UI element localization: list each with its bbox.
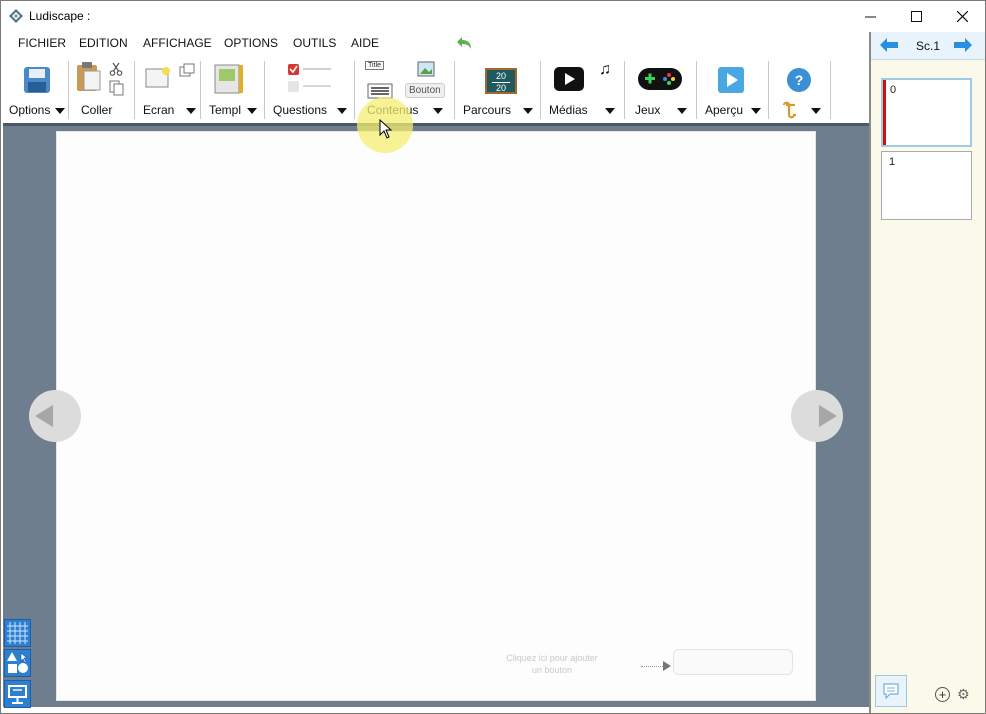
chalkboard-icon: 20 20 — [485, 68, 517, 94]
grid-tool-button[interactable] — [4, 619, 31, 647]
music-note-icon: ♫ — [599, 61, 611, 78]
toolbar-options-group[interactable]: Options — [1, 57, 67, 123]
screen-canvas[interactable] — [56, 131, 816, 701]
bouton-tag: Bouton — [405, 83, 445, 98]
add-slide-button[interactable]: + — [935, 687, 950, 702]
parcours-dropdown-icon[interactable] — [523, 108, 533, 114]
image-icon — [417, 61, 435, 77]
ribbon-toolbar: Options Coller Ecran Templ Questions Tit… — [1, 57, 869, 123]
maximize-icon — [910, 11, 922, 22]
preview-play-icon — [718, 67, 744, 93]
help-icon: ? — [787, 68, 811, 92]
scissors-icon — [109, 62, 123, 76]
parcours-label: Parcours — [463, 103, 512, 117]
scroll-icon — [782, 101, 796, 119]
templ-label: Templ — [209, 103, 242, 117]
presentation-tool-button[interactable] — [4, 680, 31, 708]
comment-icon — [883, 683, 899, 699]
shapes-tool-button[interactable] — [4, 649, 31, 677]
close-button[interactable] — [939, 1, 985, 32]
slide-thumbnail[interactable]: 0 — [881, 78, 972, 147]
presentation-icon — [8, 685, 27, 704]
slide-thumbnail[interactable]: 1 — [881, 151, 972, 220]
chalkboard-bottom-number: 20 — [495, 83, 506, 93]
scene-next-arrow-icon[interactable] — [953, 37, 973, 53]
template-icon — [214, 64, 243, 94]
contenus-dropdown-icon[interactable] — [433, 108, 443, 114]
medias-label: Médias — [549, 103, 588, 117]
toolbar-help-group[interactable]: ? — [769, 57, 829, 123]
plus-icon: + — [938, 687, 947, 702]
toolbar-jeux-group[interactable]: Jeux — [625, 57, 695, 123]
templ-dropdown-icon[interactable] — [247, 108, 257, 114]
undo-arrow-icon[interactable] — [455, 34, 475, 52]
menu-options[interactable]: OPTIONS — [224, 36, 278, 50]
menu-outils[interactable]: OUTILS — [293, 36, 336, 50]
add-button-hint: Cliquez ici pour ajouter un bouton — [506, 653, 598, 675]
toolbar-parcours-group[interactable]: 20 20 Parcours — [455, 57, 539, 123]
gamepad-icon — [638, 68, 682, 90]
apercu-dropdown-icon[interactable] — [751, 108, 761, 114]
menu-affichage[interactable]: AFFICHAGE — [143, 36, 212, 50]
questions-dropdown-icon[interactable] — [337, 108, 347, 114]
slide-number: 1 — [889, 156, 896, 168]
title-tag: Title — [365, 61, 384, 70]
medias-dropdown-icon[interactable] — [605, 108, 615, 114]
hint-arrow-line — [641, 666, 665, 667]
toolbar-templ-group[interactable]: Templ — [201, 57, 263, 123]
toolbar-coller-group[interactable]: Coller — [69, 57, 133, 123]
menu-bar: FICHIER EDITION AFFICHAGE OPTIONS OUTILS… — [1, 32, 869, 56]
toolbar-questions-group[interactable]: Questions — [265, 57, 353, 123]
svg-text:?: ? — [795, 72, 804, 88]
minimize-button[interactable] — [847, 1, 893, 32]
ecran-label: Ecran — [143, 103, 175, 117]
toolbar-separator — [830, 61, 831, 119]
jeux-label: Jeux — [635, 103, 661, 117]
app-window: Ludiscape : FICHIER EDITION AFFICHAGE OP… — [0, 0, 986, 714]
toolbar-medias-group[interactable]: ♫ Médias — [541, 57, 623, 123]
jeux-dropdown-icon[interactable] — [677, 108, 687, 114]
questions-icon — [288, 64, 331, 92]
menu-aide[interactable]: AIDE — [351, 36, 379, 50]
close-icon — [956, 11, 968, 22]
clipboard-paste-icon — [77, 62, 101, 91]
minimize-icon — [864, 16, 876, 18]
menu-fichier[interactable]: FICHIER — [18, 36, 66, 50]
coller-label: Coller — [81, 103, 113, 117]
comment-button[interactable] — [875, 675, 907, 707]
workspace-top-border — [3, 123, 869, 126]
active-slide-marker — [883, 80, 886, 145]
slide-number: 0 — [890, 84, 897, 96]
new-screen-icon — [145, 67, 170, 88]
toolbar-apercu-group[interactable]: Aperçu — [697, 57, 767, 123]
hint-arrow-icon — [663, 661, 671, 671]
questions-label: Questions — [273, 103, 328, 117]
copy-icon — [109, 80, 124, 96]
title-bar: Ludiscape : — [1, 1, 985, 32]
duplicate-screen-icon — [179, 63, 195, 77]
arrow-right-icon — [819, 405, 837, 427]
gear-icon[interactable]: ⚙ — [957, 686, 970, 703]
mouse-cursor-icon — [379, 119, 393, 139]
floppy-disk-icon — [24, 67, 50, 93]
scene-header: Sc.1 — [871, 32, 985, 60]
help-dropdown-icon[interactable] — [811, 108, 821, 114]
maximize-button[interactable] — [893, 1, 939, 32]
ecran-dropdown-icon[interactable] — [186, 108, 196, 114]
apercu-label: Aperçu — [705, 103, 744, 117]
shapes-icon — [7, 652, 28, 673]
options-label: Options — [9, 103, 51, 117]
toolbar-ecran-group[interactable]: Ecran — [135, 57, 199, 123]
arrow-left-icon — [35, 405, 53, 427]
ludiscape-logo-icon — [9, 9, 23, 23]
menu-edition[interactable]: EDITION — [79, 36, 128, 50]
button-placeholder[interactable] — [673, 649, 793, 675]
scenes-panel-footer: + ⚙ — [871, 670, 985, 713]
chalkboard-top-number: 20 — [495, 71, 506, 81]
grid-icon — [7, 622, 28, 644]
scenes-panel: Sc.1 0 1 + ⚙ — [869, 32, 985, 713]
video-play-icon — [554, 67, 584, 91]
options-dropdown-icon[interactable] — [55, 108, 65, 114]
window-title: Ludiscape : — [29, 9, 91, 23]
